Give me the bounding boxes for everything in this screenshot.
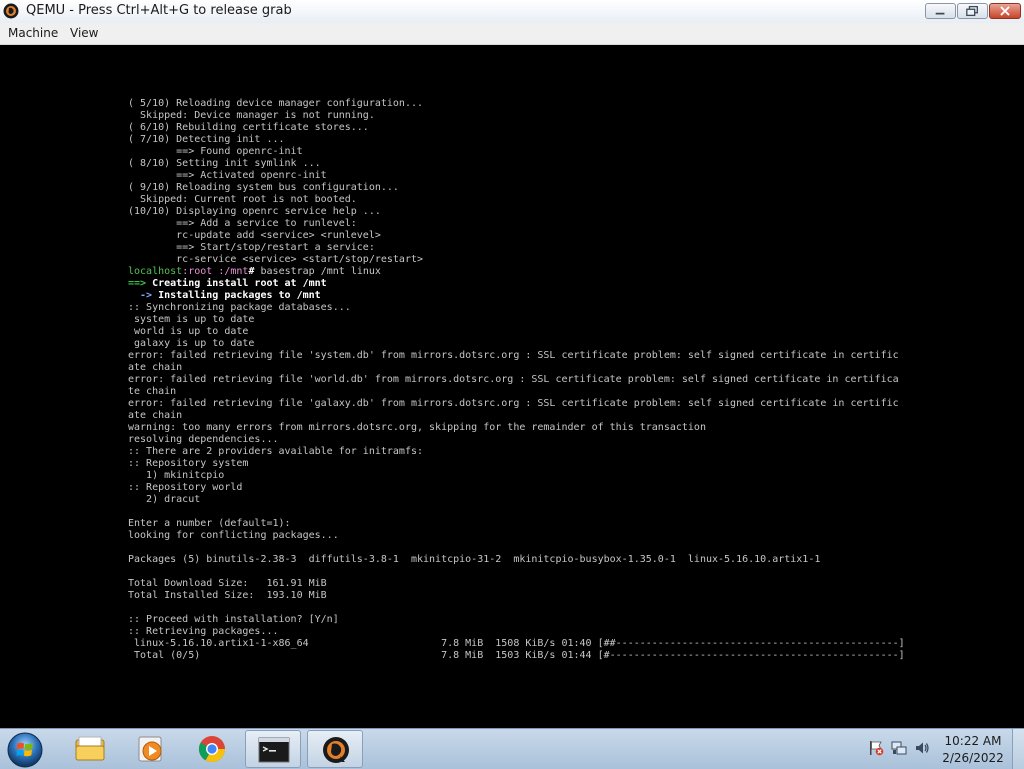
- command-prompt-icon: [258, 737, 290, 763]
- terminal-line: error: failed retrieving file 'system.db…: [128, 350, 899, 361]
- action-center-flag-icon[interactable]: [868, 740, 884, 756]
- close-button[interactable]: [989, 3, 1021, 19]
- status-message: Installing packages to /mnt: [152, 290, 321, 301]
- terminal-line: looking for conflicting packages...: [128, 530, 339, 541]
- status-arrow: ==>: [128, 278, 147, 289]
- close-icon: [1000, 6, 1010, 16]
- prompt-user: root: [188, 266, 213, 277]
- terminal-line: Total Download Size: 161.91 MiB: [128, 578, 327, 589]
- terminal-line: (10/10) Displaying openrc service help .…: [128, 206, 381, 217]
- network-icon[interactable]: [891, 740, 907, 756]
- terminal-line: galaxy is up to date: [128, 338, 255, 349]
- terminal-line: 2) dracut: [128, 494, 201, 505]
- terminal-line: :: Proceed with installation? [Y/n]: [128, 614, 339, 625]
- qemu-icon: [323, 737, 349, 763]
- clock-time[interactable]: 10:22 AM: [942, 734, 1004, 748]
- terminal-line: ( 9/10) Reloading system bus configurati…: [128, 182, 399, 193]
- terminal-line: -> Installing packages to /mnt: [128, 290, 908, 302]
- terminal-line: Skipped: Device manager is not running.: [128, 110, 375, 121]
- terminal-line: :: Retrieving packages...: [128, 626, 279, 637]
- terminal-line: :: There are 2 providers available for i…: [128, 446, 424, 457]
- taskbar-media-player[interactable]: [123, 730, 179, 768]
- terminal-line: linux-5.16.10.artix1-1-x86_64 7.8 MiB 15…: [128, 638, 908, 649]
- terminal-line: world is up to date: [128, 326, 249, 337]
- terminal-line: ate chain: [128, 410, 183, 421]
- terminal-line: ==> Activated openrc-init: [128, 170, 327, 181]
- menu-view[interactable]: View: [70, 26, 98, 40]
- media-player-icon: [138, 736, 162, 762]
- vm-display[interactable]: ( 5/10) Reloading device manager configu…: [0, 45, 1024, 728]
- terminal-line: Total Installed Size: 193.10 MiB: [128, 590, 327, 601]
- terminal-line: :: Synchronizing package databases...: [128, 302, 351, 313]
- maximize-icon: [966, 5, 978, 17]
- prompt-host: localhost: [128, 266, 183, 277]
- terminal-line: 1) mkinitcpio: [128, 470, 225, 481]
- terminal-line: localhost:root :/mnt# basestrap /mnt lin…: [128, 266, 908, 278]
- terminal-line: ==> Creating install root at /mnt: [128, 278, 908, 290]
- terminal-line: ( 8/10) Setting init symlink ...: [128, 158, 321, 169]
- taskbar-explorer[interactable]: [62, 730, 118, 768]
- menu-bar: Machine View: [0, 23, 1024, 45]
- taskbar-qemu[interactable]: [307, 730, 363, 768]
- terminal-line: :: Repository system: [128, 458, 249, 469]
- terminal-line: ( 7/10) Detecting init ...: [128, 134, 285, 145]
- terminal-line: ( 5/10) Reloading device manager configu…: [128, 98, 424, 109]
- status-arrow: ->: [128, 290, 153, 301]
- show-desktop-button[interactable]: [1012, 729, 1024, 769]
- terminal-line: Total (0/5) 7.8 MiB 1503 KiB/s 01:44 [#-…: [128, 650, 908, 661]
- terminal-line: ( 6/10) Rebuilding certificate stores...: [128, 122, 369, 133]
- windows-start-orb-icon[interactable]: [6, 731, 44, 769]
- prompt-path: /mnt: [224, 266, 249, 277]
- terminal-line: :: Repository world: [128, 482, 243, 493]
- terminal-line: ate chain: [128, 362, 183, 373]
- terminal-line: Packages (5) binutils-2.38-3 diffutils-3…: [128, 554, 821, 565]
- explorer-folder-icon: [75, 736, 105, 761]
- minimize-button[interactable]: [925, 3, 956, 19]
- prompt-separator: :: [212, 266, 225, 277]
- maximize-button[interactable]: [957, 3, 988, 19]
- clock-date[interactable]: 2/26/2022: [942, 751, 1004, 765]
- window-title: QEMU - Press Ctrl+Alt+G to release grab: [26, 3, 292, 18]
- terminal-line: ==> Add a service to runlevel:: [128, 218, 357, 229]
- terminal-line: resolving dependencies...: [128, 434, 279, 445]
- minimize-icon: [935, 12, 945, 15]
- window-title-bar[interactable]: QEMU - Press Ctrl+Alt+G to release grab: [0, 0, 1024, 24]
- volume-icon[interactable]: [914, 740, 930, 756]
- qemu-icon: [3, 3, 19, 19]
- terminal-line: error: failed retrieving file 'world.db'…: [128, 374, 899, 385]
- terminal-line: rc-update add <service> <runlevel>: [128, 230, 381, 241]
- terminal-line: te chain: [128, 386, 177, 397]
- terminal-line: error: failed retrieving file 'galaxy.db…: [128, 398, 899, 409]
- terminal-line: system is up to date: [128, 314, 255, 325]
- menu-machine[interactable]: Machine: [8, 26, 58, 40]
- terminal-line: rc-service <service> <start/stop/restart…: [128, 254, 424, 265]
- chrome-icon: [198, 736, 226, 763]
- status-message: Creating install root at /mnt: [146, 278, 327, 289]
- terminal-line: Skipped: Current root is not booted.: [128, 194, 357, 205]
- system-tray: 10:22 AM 2/26/2022: [862, 729, 1024, 769]
- terminal-output: ( 5/10) Reloading device manager configu…: [128, 98, 908, 662]
- terminal-line: ==> Start/stop/restart a service:: [128, 242, 375, 253]
- terminal-line: warning: too many errors from mirrors.do…: [128, 422, 706, 433]
- terminal-line: ==> Found openrc-init: [128, 146, 303, 157]
- terminal-line: Enter a number (default=1):: [128, 518, 291, 529]
- taskbar: 10:22 AM 2/26/2022: [0, 728, 1024, 769]
- taskbar-chrome[interactable]: [184, 730, 240, 768]
- taskbar-command-prompt[interactable]: [245, 730, 301, 768]
- prompt-command: basestrap /mnt linux: [254, 266, 381, 277]
